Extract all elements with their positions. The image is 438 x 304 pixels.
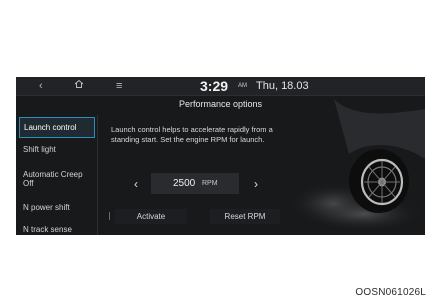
- sidebar-item-label: N track sense: [23, 225, 72, 234]
- sidebar-item-label: Shift light: [23, 145, 56, 154]
- sidebar-item-automatic-creep-off[interactable]: Automatic Creep Off: [19, 170, 95, 188]
- sidebar-item-label: Automatic Creep Off: [23, 170, 83, 188]
- sidebar: Launch control Shift light Automatic Cre…: [19, 115, 98, 235]
- rpm-stepper: ‹ 2500 RPM ›: [126, 173, 276, 195]
- sidebar-item-launch-control[interactable]: Launch control: [19, 117, 95, 138]
- figure-code: OOSN061026L: [355, 287, 426, 298]
- sidebar-item-label: N power shift: [23, 203, 70, 212]
- rpm-value: 2500: [173, 178, 196, 189]
- status-bar: ‹ ≡ 3:29 AM Thu, 18.03: [16, 77, 425, 96]
- infotainment-screen: ‹ ≡ 3:29 AM Thu, 18.03 Performance optio…: [16, 77, 425, 235]
- rpm-unit: RPM: [202, 180, 218, 187]
- sidebar-item-n-power-shift[interactable]: N power shift: [19, 203, 95, 212]
- chevron-left-icon[interactable]: ‹: [126, 173, 146, 195]
- chevron-right-icon[interactable]: ›: [246, 173, 266, 195]
- launch-control-description: Launch control helps to accelerate rapid…: [111, 125, 273, 144]
- home-icon[interactable]: [74, 79, 84, 93]
- sidebar-item-shift-light[interactable]: Shift light: [19, 145, 95, 154]
- activate-button[interactable]: Activate: [115, 209, 187, 224]
- sidebar-item-label: Launch control: [24, 123, 77, 132]
- car-wheel-illustration: [294, 99, 425, 235]
- clock-time: 3:29: [200, 78, 229, 94]
- date-label: Thu, 18.03: [256, 80, 309, 92]
- back-icon[interactable]: ‹: [39, 79, 43, 93]
- rpm-value-box: 2500 RPM: [151, 173, 239, 194]
- clock-ampm: AM: [238, 83, 247, 89]
- divider: [109, 212, 110, 220]
- menu-icon[interactable]: ≡: [116, 79, 122, 93]
- sidebar-item-n-track-sense[interactable]: N track sense: [19, 225, 95, 234]
- reset-rpm-button[interactable]: Reset RPM: [210, 209, 280, 224]
